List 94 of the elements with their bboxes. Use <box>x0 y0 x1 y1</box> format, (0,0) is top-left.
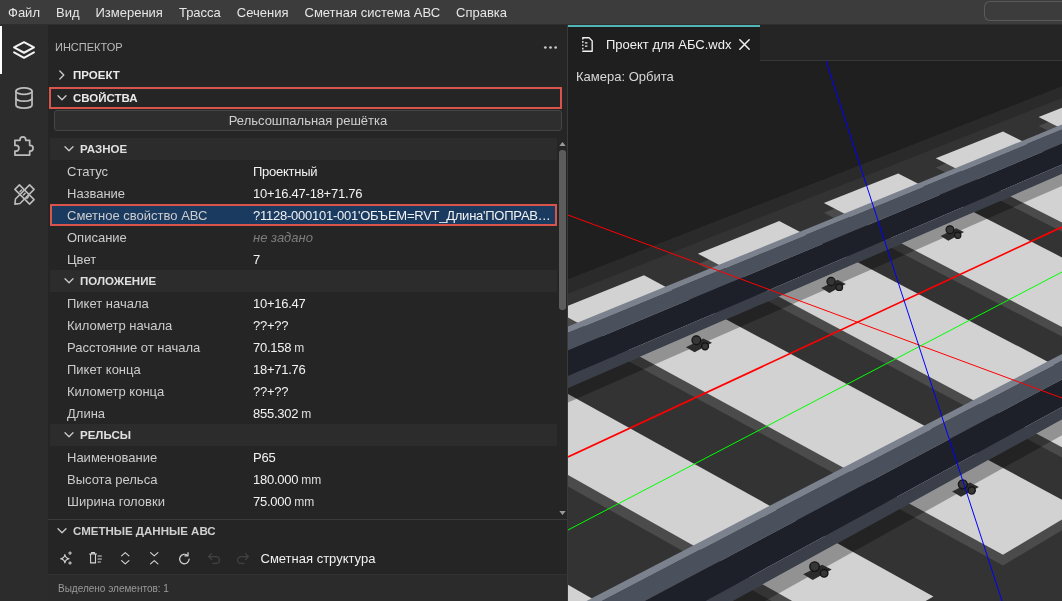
property-row[interactable]: Наименование Р65 <box>50 446 557 468</box>
property-row[interactable]: Описание не задано <box>50 226 557 248</box>
panel-title: ИНСПЕКТОР <box>55 40 123 55</box>
property-label: Километр начала <box>67 317 174 333</box>
unit-label: m <box>301 406 312 421</box>
property-value: ??+?? <box>253 383 289 399</box>
group-header[interactable]: ПОЛОЖЕНИЕ <box>50 270 557 292</box>
property-value: ?1128-000101-001'ОБЪЕМ=RVT_Длина'ПОПРАВ… <box>253 207 551 223</box>
chevron-down-icon <box>57 528 67 534</box>
chevron-down-icon <box>64 146 74 152</box>
property-label: Ширина головки <box>67 493 166 509</box>
property-label: Расстояние от начала <box>67 339 202 355</box>
group-header[interactable]: РАЗНОЕ <box>50 138 557 160</box>
property-label: Высота рельса <box>67 471 159 487</box>
scroll-up-icon[interactable] <box>558 142 566 146</box>
property-value: 10+16.47 <box>253 295 306 311</box>
sparkle-icon <box>60 551 72 565</box>
element-type-button[interactable]: Рельсошпальная решётка <box>54 110 562 131</box>
menu-item[interactable]: Справка <box>448 0 516 24</box>
menu-item[interactable]: Измерения <box>87 0 171 24</box>
status-text: Выделено элементов: 1 <box>58 582 169 594</box>
property-value: 855.302 <box>253 405 299 421</box>
placeholder-text: не задано <box>253 229 313 245</box>
property-value: ??+?? <box>253 317 289 333</box>
property-label: Описание <box>67 229 128 245</box>
section-header[interactable]: ПРОЕКТ <box>49 64 562 86</box>
chevron-right-icon <box>59 70 65 80</box>
section-header[interactable]: СМЕТНЫЕ ДАННЫЕ АВС <box>48 520 216 542</box>
rail-fastener <box>821 276 846 293</box>
property-row[interactable]: Цвет 7 <box>50 248 557 270</box>
property-label: Наименование <box>67 449 159 465</box>
rail-fastener <box>940 225 964 241</box>
property-label: Длина <box>67 405 107 421</box>
rail-fastener <box>952 479 979 497</box>
rail-fastener <box>803 561 832 580</box>
chevron-down-icon <box>64 432 74 438</box>
property-label: Пикет конца <box>67 361 142 377</box>
property-label: Километр конца <box>67 383 166 399</box>
more-icon[interactable] <box>544 46 557 49</box>
property-value: 10+16.47-18+71.76 <box>253 185 363 201</box>
unit-label: mm <box>301 472 322 487</box>
unit-label: m <box>294 340 305 355</box>
property-row[interactable]: Высота рельса 180.000 mm <box>50 468 557 490</box>
property-row[interactable]: Пикет конца 18+71.76 <box>50 358 557 380</box>
redo-icon <box>237 552 249 564</box>
property-row[interactable]: Расстояние от начала 70.158 m <box>50 336 557 358</box>
chevron-up-down-icon <box>120 551 130 565</box>
property-value: 70.158 <box>253 339 292 355</box>
database-icon <box>15 87 33 109</box>
property-row[interactable]: Длина 855.302 m <box>50 402 557 424</box>
property-row[interactable]: Ширина головки 75.000 mm <box>50 490 557 512</box>
menu-item[interactable]: Сечения <box>228 0 297 24</box>
ruler-pencil-icon <box>13 183 35 205</box>
undo-icon <box>207 552 220 564</box>
property-label: Пикет начала <box>67 295 150 311</box>
property-value: Проектный <box>253 163 318 179</box>
scrollbar-thumb[interactable] <box>558 150 566 310</box>
menu-item[interactable]: Сметная система АВС <box>296 0 449 24</box>
property-value: 180.000 <box>253 471 299 487</box>
menu-item[interactable]: Трасса <box>170 0 229 24</box>
input-field[interactable] <box>984 1 1062 21</box>
property-value: 7 <box>253 251 260 267</box>
property-value: 75.000 <box>253 493 292 509</box>
refresh-icon <box>178 551 190 565</box>
property-row[interactable]: Статус Проектный <box>50 160 557 182</box>
document-icon <box>582 36 593 52</box>
section-header[interactable]: СВОЙСТВА <box>49 87 562 109</box>
camera-label: Камера: Орбита <box>576 69 674 84</box>
property-row[interactable]: Пикет начала 10+16.47 <box>50 292 557 314</box>
scroll-down-icon[interactable] <box>558 511 566 515</box>
chevron-down-icon <box>64 278 74 284</box>
unit-label: mm <box>294 494 315 509</box>
property-row[interactable]: Название 10+16.47-18+71.76 <box>50 182 557 204</box>
group-header[interactable]: РЕЛЬСЫ <box>50 424 557 446</box>
layers-icon <box>13 41 35 59</box>
property-row[interactable]: Километр начала ??+?? <box>50 314 557 336</box>
menu-item[interactable]: Вид <box>47 0 88 24</box>
property-row[interactable]: Сметное свойство АВС ?1128-000101-001'ОБЪЕМ=RVT_Длина'ПОПРАВ… <box>50 204 557 226</box>
rail-fastener <box>685 335 712 353</box>
chevron-collapse-icon <box>150 551 159 565</box>
close-icon[interactable] <box>739 38 751 50</box>
structure-title: Сметная структура <box>260 550 376 566</box>
property-label: Статус <box>67 163 110 179</box>
chevron-down-icon <box>57 95 67 101</box>
property-row[interactable]: Километр конца ??+?? <box>50 380 557 402</box>
property-label: Цвет <box>67 251 98 267</box>
trash-lines-icon <box>89 552 102 564</box>
property-value: 18+71.76 <box>253 361 306 377</box>
property-value: Р65 <box>253 449 276 465</box>
menu-item[interactable]: Файл <box>0 0 48 24</box>
property-label: Название <box>67 185 127 201</box>
property-label: Сметное свойство АВС <box>67 207 209 223</box>
puzzle-icon <box>14 136 34 156</box>
editor-tab[interactable]: Проект для АБС.wdx <box>568 25 761 61</box>
